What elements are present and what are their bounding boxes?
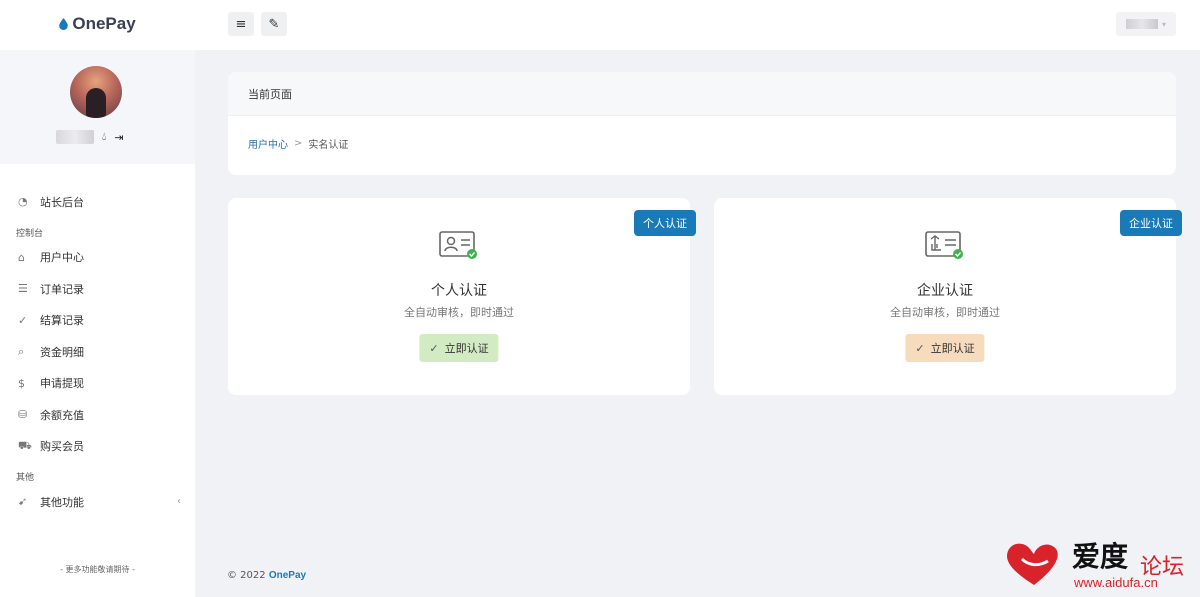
personal-title: 个人认证: [431, 283, 487, 299]
coin-stack-icon: ⛁: [18, 408, 28, 422]
company-subtitle: 全自动审核，即时通过: [890, 306, 1000, 319]
rocket-icon: ➹: [18, 495, 28, 509]
check-icon: ✓: [915, 341, 925, 355]
copyright-text: © 2022: [227, 570, 266, 581]
sidebar-item-label: 余额充值: [40, 408, 84, 422]
menu-toggle-button[interactable]: ≡: [228, 12, 254, 36]
page-title: 当前页面: [228, 72, 1176, 116]
copyright-brand[interactable]: OnePay: [269, 570, 306, 581]
personal-subtitle: 全自动审核，即时通过: [404, 306, 514, 319]
cart-icon: ⛟: [18, 438, 32, 452]
sidebar-item-label: 申请提现: [40, 377, 84, 391]
sidebar-item-settlements[interactable]: ✓ 结算记录: [0, 305, 195, 337]
sidebar-item-orders[interactable]: ☰ 订单记录: [0, 273, 195, 305]
gauge-icon: ◔: [18, 195, 28, 209]
username-blurred: [56, 130, 94, 144]
enterprise-card-icon: [925, 231, 963, 259]
sidebar-menu: ◔ 站长后台 控制台 ⌂ 用户中心 ☰ 订单记录 ✓ 结算记录 ⌕ 资金明细 $…: [0, 186, 195, 518]
sidebar-item-withdraw[interactable]: $ 申请提现: [0, 368, 195, 400]
sidebar-item-label: 订单记录: [40, 282, 84, 296]
sidebar-item-label: 购买会员: [40, 440, 84, 454]
drop-outline-icon[interactable]: 💧︎: [102, 130, 106, 144]
search-icon: ⌕: [18, 344, 25, 358]
sidebar-item-admin[interactable]: ◔ 站长后台: [0, 186, 195, 218]
sidebar: OnePay 💧︎ ⇥ ◔ 站长后台 控制台 ⌂ 用户中心 ☰ 订单记录 ✓ 结…: [0, 0, 195, 597]
company-verify-button[interactable]: ✓ 立即认证: [905, 334, 985, 362]
sidebar-item-other-features[interactable]: ➹ 其他功能 ‹: [0, 486, 195, 518]
list-icon: ☰: [18, 282, 28, 296]
breadcrumb-card: 当前页面 用户中心 > 实名认证: [228, 72, 1176, 175]
button-label: 立即认证: [930, 342, 975, 355]
avatar[interactable]: [70, 66, 122, 118]
personal-badge: 个人认证: [634, 210, 696, 236]
section-label-console: 控制台: [16, 228, 44, 239]
company-verification-card: 企业认证 企业认证 全自动审核，即时通过 ✓ 立即认证: [714, 198, 1182, 395]
hamburger-icon: ≡: [235, 16, 247, 32]
sidebar-item-label: 站长后台: [40, 195, 84, 209]
copyright: © 2022 OnePay: [227, 570, 306, 581]
top-header: ≡ ✎ ▾: [195, 0, 1200, 50]
personal-verify-button[interactable]: ✓ 立即认证: [419, 334, 499, 362]
user-menu[interactable]: ▾: [1116, 12, 1176, 36]
breadcrumb-current: 实名认证: [308, 140, 349, 151]
app-name: OnePay: [72, 14, 136, 33]
watermark: 爱度 论坛 www.aidufa.cn: [1002, 535, 1192, 593]
check-circle-icon: ✓: [18, 313, 28, 327]
breadcrumb-link-user-center[interactable]: 用户中心: [248, 136, 288, 151]
sidebar-footer: - 更多功能敬请期待 -: [60, 565, 135, 574]
watermark-main: 爱度: [1072, 540, 1129, 573]
sidebar-item-label: 用户中心: [40, 251, 84, 265]
theme-button[interactable]: ✎: [261, 12, 287, 36]
sidebar-item-membership[interactable]: ⛟ 购买会员: [0, 431, 195, 463]
home-icon: ⌂: [18, 250, 25, 264]
sidebar-item-label: 结算记录: [40, 314, 84, 328]
sidebar-item-label: 其他功能: [40, 495, 84, 509]
chevron-left-icon: ‹: [177, 496, 181, 508]
logo[interactable]: OnePay: [0, 0, 195, 48]
company-badge: 企业认证: [1120, 210, 1182, 236]
breadcrumb-separator: >: [294, 138, 303, 149]
chevron-down-icon: ▾: [1161, 19, 1166, 29]
sidebar-item-label: 资金明细: [40, 345, 84, 359]
username-blurred: [1125, 19, 1158, 29]
section-label-other: 其他: [16, 473, 35, 483]
logout-icon[interactable]: ⇥: [114, 131, 123, 144]
check-icon: ✓: [429, 341, 439, 355]
user-profile: 💧︎ ⇥: [0, 50, 195, 164]
dollar-icon: $: [18, 376, 25, 390]
sidebar-item-funds[interactable]: ⌕ 资金明细: [0, 336, 195, 368]
personal-verification-card: 个人认证 个人认证 全自动审核，即时通过 ✓ 立即认证: [228, 198, 696, 395]
breadcrumb: 用户中心 > 实名认证: [228, 116, 1176, 151]
brush-icon: ✎: [268, 16, 280, 32]
sidebar-item-recharge[interactable]: ⛁ 余额充值: [0, 399, 195, 431]
heart-logo-icon: [1007, 543, 1058, 585]
sidebar-item-user-center[interactable]: ⌂ 用户中心: [0, 242, 195, 274]
watermark-url: www.aidufa.cn: [1074, 575, 1158, 590]
button-label: 立即认证: [444, 342, 489, 355]
company-title: 企业认证: [917, 283, 973, 299]
id-card-icon: [439, 231, 477, 259]
drop-icon: [59, 18, 69, 30]
